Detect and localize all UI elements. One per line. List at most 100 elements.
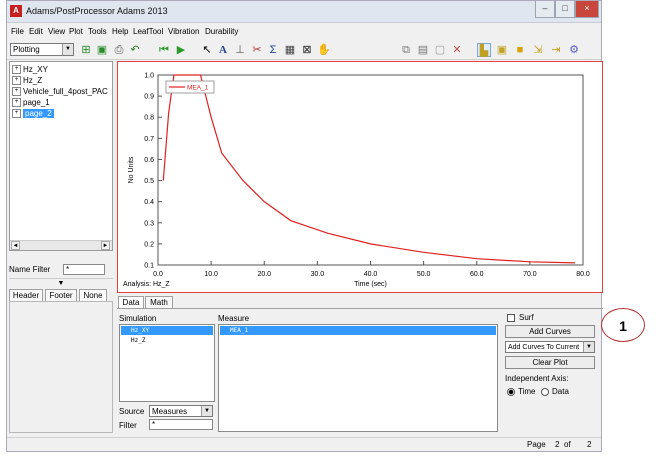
tab-none[interactable]: None [79,289,107,301]
scroll-right-icon[interactable]: ► [101,241,110,250]
plot-window[interactable]: 0.0 10.0 20.0 30.0 40.0 50.0 60.0 70.0 80.0 0.1 0.… [117,61,603,293]
tree-item-page-1[interactable]: + page_1 [12,97,50,108]
undo-icon[interactable]: ↶ [128,43,142,57]
x-tick-label: 70.0 [523,271,537,278]
toolbar: Plotting ▼ ⊞ ▣ ⎙ ↶ ⏮ ▶ ↖ A ⊥ ✂ Σ ▦ ⊠ ✋ ⧉… [7,40,601,60]
layout-1-icon[interactable]: ▙ [477,43,491,57]
layout-3-icon[interactable]: ■ [513,43,527,57]
maximize-button[interactable]: □ [555,1,575,18]
pan-hand-icon[interactable]: ✋ [317,43,331,57]
tree-item-page-2[interactable]: + page_2 [12,108,54,119]
new-page-icon[interactable]: ▣ [95,43,109,57]
legend-label: MEA_1 [187,85,209,92]
plot-canvas[interactable]: 0.0 10.0 20.0 30.0 40.0 50.0 60.0 70.0 80.0 0.1 0.… [118,62,602,292]
page-label: Page [527,440,546,449]
analysis-label: Analysis: Hz_Z [123,281,170,288]
menu-leaftool[interactable]: LeafTool [133,27,163,36]
y-tick-label: 0.2 [144,241,154,248]
menu-plot[interactable]: Plot [69,27,83,36]
menu-edit[interactable]: Edit [29,27,43,36]
list-item[interactable]: Hz_Z [121,336,213,345]
tree-item-hz-xy[interactable]: + Hz_XY [12,64,48,75]
simulation-list[interactable]: Hz_XY Hz_Z [119,324,215,402]
menu-vibration[interactable]: Vibration [168,27,199,36]
select-arrow-icon[interactable]: ↖ [200,43,214,57]
menu-tools[interactable]: Tools [88,27,107,36]
measure-label: Measure [218,314,250,323]
source-select[interactable]: Measures ▼ [149,405,213,417]
menu-view[interactable]: View [48,27,65,36]
tab-header[interactable]: Header [9,289,43,301]
time-radio-label: Time [518,387,536,396]
page-of-label: of [564,440,571,449]
chevron-down-icon: ▼ [201,406,212,416]
x-tick-label: 40.0 [364,271,378,278]
import-icon[interactable]: ⇥ [549,43,563,57]
callout-badge: 1 [601,308,645,342]
chevron-down-icon[interactable]: ▼ [9,278,113,287]
tab-math[interactable]: Math [145,296,173,308]
tree-item-label: page_2 [23,109,54,118]
grid-icon[interactable]: ▦ [283,43,297,57]
list-item[interactable]: Hz_XY [121,326,213,335]
print-icon[interactable]: ⎙ [112,43,126,57]
surf-label: Surf [519,313,534,322]
axis-icon[interactable]: ⊥ [233,43,247,57]
tree-hscrollbar[interactable]: ◄ ► [10,240,112,250]
simulation-label: Simulation [119,314,157,323]
data-panel: Data Math Simulation Hz_XY Hz_Z Measure … [117,295,603,435]
layout-2-icon[interactable]: ▣ [495,43,509,57]
mode-select[interactable]: Plotting ▼ [10,43,74,56]
skip-back-icon[interactable]: ⏮ [157,43,171,57]
name-filter-input[interactable]: * [63,264,105,275]
tree-item-hz-z[interactable]: + Hz_Z [12,75,42,86]
app-window: A Adams/PostProcessor Adams 2013 – □ × F… [6,0,603,452]
x-tick-label: 80.0 [576,271,590,278]
tab-footer[interactable]: Footer [45,289,77,301]
clear-plot-button[interactable]: Clear Plot [505,356,595,369]
window-title: Adams/PostProcessor Adams 2013 [26,6,168,16]
x-tick-label: 50.0 [417,271,431,278]
play-icon[interactable]: ▶ [174,43,188,57]
measure-list[interactable]: MEA_1 [218,324,498,432]
y-tick-label: 0.9 [144,94,154,101]
tree-item-label: Vehicle_full_4post_PAC [23,87,108,96]
settings-gear-icon[interactable]: ⚙ [567,43,581,57]
surf-checkbox[interactable] [507,314,515,322]
adams-app-icon: A [10,5,22,17]
delete-icon[interactable]: ✕ [450,43,464,57]
menu-file[interactable]: File [11,27,24,36]
cut-icon[interactable]: ✂ [250,43,264,57]
tab-data[interactable]: Data [118,296,144,308]
expand-icon[interactable]: + [12,76,21,86]
fit-icon[interactable]: ⊠ [300,43,314,57]
menu-help[interactable]: Help [112,27,128,36]
time-radio[interactable] [507,388,515,396]
paste-icon[interactable]: ▤ [416,43,430,57]
data-radio[interactable] [541,388,549,396]
add-mode-select[interactable]: Add Curves To Current ▼ [505,341,595,353]
expand-icon[interactable]: + [12,87,21,97]
expand-icon[interactable]: + [12,65,21,75]
minimize-button[interactable]: – [535,1,555,18]
text-icon[interactable]: A [216,43,230,57]
filter-input[interactable]: * [149,419,213,430]
add-curves-button[interactable]: Add Curves [505,325,595,338]
tree-item-vehicle[interactable]: + Vehicle_full_4post_PAC [12,86,108,97]
expand-icon[interactable]: + [12,109,21,119]
page-icon[interactable]: ▢ [433,43,447,57]
list-item[interactable]: MEA_1 [220,326,496,335]
close-button[interactable]: × [575,1,599,18]
y-tick-label: 0.7 [144,136,154,143]
tree-item-label: page_1 [23,98,50,107]
copy-icon[interactable]: ⧉ [399,43,413,57]
export-icon[interactable]: ⇲ [531,43,545,57]
add-page-icon[interactable]: ⊞ [79,43,93,57]
x-tick-label: 30.0 [311,271,325,278]
menu-bar: File Edit View Plot Tools Help LeafTool … [7,25,601,39]
sum-icon[interactable]: Σ [266,43,280,57]
scroll-left-icon[interactable]: ◄ [11,241,20,250]
expand-icon[interactable]: + [12,98,21,108]
y-axis-label: No Units [128,156,135,183]
menu-durability[interactable]: Durability [205,27,238,36]
